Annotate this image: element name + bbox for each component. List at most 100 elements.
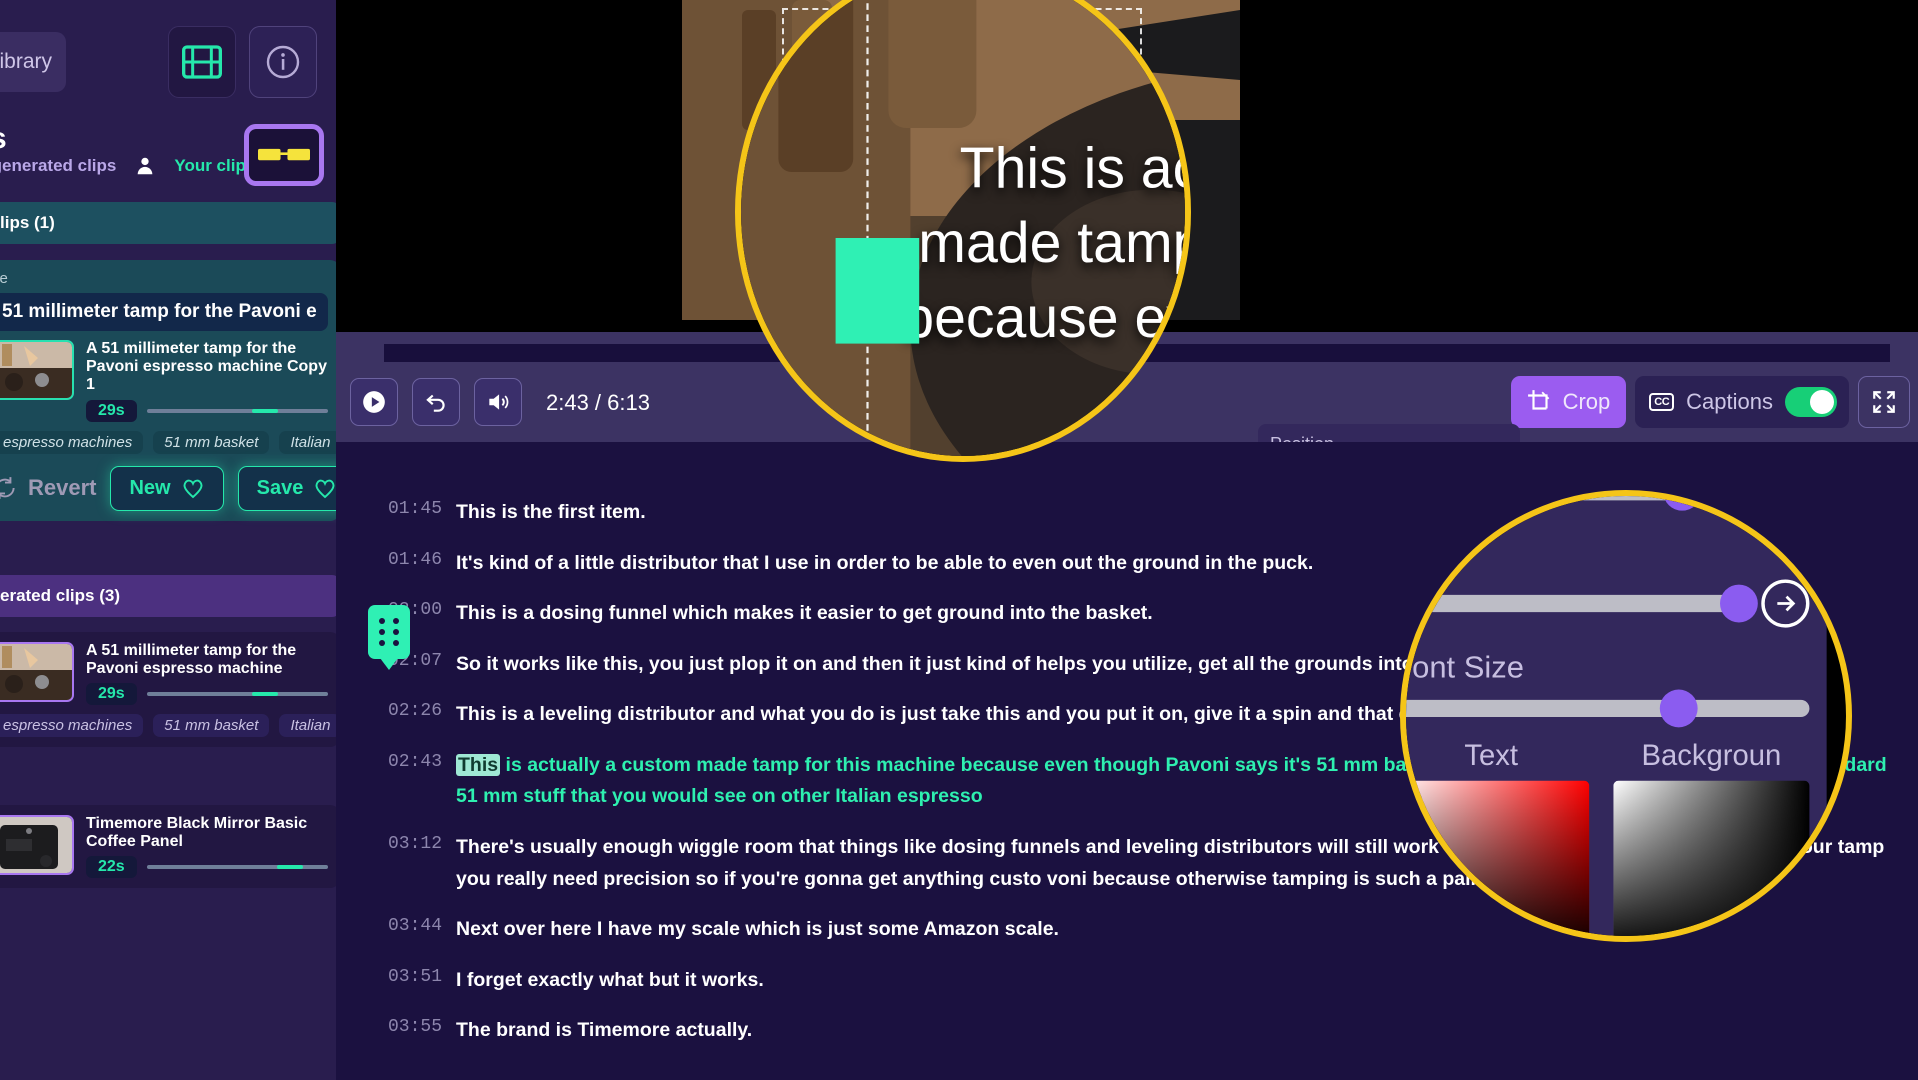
crop-label: Crop: [1562, 389, 1611, 414]
clip-tag[interactable]: Italian: [279, 714, 336, 738]
clip-name: A 51 millimeter tamp for the Pavoni espr…: [86, 340, 327, 394]
clip-tag[interactable]: espresso machines: [0, 714, 144, 738]
film-icon-button[interactable]: [168, 26, 236, 98]
clip-title-input[interactable]: 51 millimeter tamp for the Pavoni e: [0, 293, 328, 331]
clip-duration-row: 22s: [86, 856, 328, 879]
tab-ai-generated-clips[interactable]: -generated clips: [0, 156, 116, 176]
clip-thumbnail[interactable]: [0, 642, 74, 702]
clip-thumbnail[interactable]: [0, 815, 74, 875]
transcript-timestamp[interactable]: 03:44: [388, 914, 442, 946]
transcript-text: So it works like this, you just plop it …: [456, 652, 1479, 675]
clip-progress-track[interactable]: [146, 408, 328, 413]
clip-tabs: -generated clips Your clips: [0, 155, 255, 177]
clip-tag[interactable]: espresso machines: [0, 430, 144, 454]
crop-button[interactable]: Crop: [1510, 376, 1627, 428]
magnified-video-caption: This is actually a custom made tamp for …: [902, 134, 1191, 350]
fullscreen-button[interactable]: [1858, 376, 1910, 428]
info-icon-button[interactable]: [249, 26, 317, 98]
speaker-icon: [489, 394, 509, 410]
magnifier-lens-caption-settings: Position n: [1400, 490, 1852, 942]
play-button[interactable]: [350, 378, 398, 426]
volume-button[interactable]: [474, 378, 522, 426]
clip-tag[interactable]: Italian: [279, 430, 336, 454]
transcript-line[interactable]: 03:51 I forget exactly what but it works…: [388, 965, 1898, 997]
clip-progress-track[interactable]: [146, 692, 328, 697]
clip-name: A 51 millimeter tamp for the Pavoni espr…: [86, 642, 297, 678]
transcript-timestamp[interactable]: 01:45: [388, 497, 442, 529]
person-icon: [134, 155, 156, 177]
captions-toggle[interactable]: [1785, 387, 1837, 417]
your-clips-count: lips (1): [0, 213, 55, 232]
clip-duration-row: 29s: [86, 683, 328, 706]
page-title: s: [0, 122, 7, 156]
clip-tag[interactable]: 51 mm basket: [153, 714, 270, 738]
crop-icon: [1527, 390, 1549, 410]
undo-button[interactable]: [412, 378, 460, 426]
transcript-timestamp[interactable]: 02:43: [388, 750, 442, 813]
transcript-text: Next over here I have my scale which is …: [456, 918, 1059, 941]
undo-arrow-icon: [426, 394, 445, 412]
clip-duration: 29s: [86, 683, 137, 706]
save-button[interactable]: Save: [237, 465, 336, 511]
transcript-timestamp[interactable]: 03:51: [388, 965, 442, 997]
ai-clips-count: erated clips (3): [0, 586, 120, 605]
revert-button[interactable]: Revert: [0, 475, 96, 501]
fullscreen-icon: [1873, 391, 1895, 413]
library-button[interactable]: Library: [0, 32, 66, 92]
clip-duration: 29s: [86, 399, 137, 422]
sidebar-toolbar: Library: [0, 0, 336, 120]
caption-drag-handle[interactable]: [368, 605, 410, 670]
transcript-timestamp[interactable]: 03:12: [388, 832, 442, 895]
magnifier-lens-video: This is actually a custom made tamp for …: [735, 0, 1191, 462]
clip-tags: espresso machines 51 mm basket Italian: [0, 430, 336, 454]
magnified-arrow-right-circle-icon[interactable]: [1761, 579, 1810, 628]
magnified-bg-saturation-area[interactable]: [1613, 780, 1813, 936]
magnified-caption-settings: Position n: [1400, 496, 1827, 936]
captions-label: Captions: [1686, 389, 1773, 414]
transcript-timestamp[interactable]: 02:26: [388, 699, 442, 731]
magnified-font-size-slider[interactable]: [1406, 689, 1810, 728]
playback-buttons: [350, 378, 522, 426]
sunglasses-mascot-icon: [244, 124, 324, 186]
library-label: Library: [0, 50, 52, 73]
clip-progress-track[interactable]: [146, 865, 328, 870]
clip-row: Timemore Black Mirror Basic Coffee Panel…: [0, 815, 328, 879]
your-clips-section-header[interactable]: lips (1): [0, 202, 336, 244]
new-button[interactable]: New: [110, 465, 224, 511]
clip-row: A 51 millimeter tamp for the Pavoni espr…: [0, 642, 328, 706]
transcript-text: It's kind of a little distributor that I…: [456, 551, 1314, 574]
transcript-word-highlight[interactable]: This: [456, 753, 501, 776]
transcript-text: This is a leveling distributor and what …: [456, 703, 1554, 726]
magnified-font-size-label: Font Size: [1400, 649, 1525, 685]
clip-row: A 51 millimeter tamp for the Pavoni espr…: [0, 340, 328, 422]
play-circle-icon: [363, 391, 385, 413]
your-clip-card[interactable]: tle 51 millimeter tamp for the Pavoni e …: [0, 260, 336, 521]
app-root: Library s -generated clips: [0, 0, 1918, 1080]
clip-actions: Revert New Save: [0, 465, 336, 511]
heart-outline-icon: [315, 479, 335, 499]
magnified-position-horizontal-slider[interactable]: [1406, 584, 1758, 623]
captions-button[interactable]: CC Captions: [1635, 376, 1849, 428]
transcript-text: I forget exactly what but it works.: [456, 968, 764, 991]
clip-duration: 22s: [86, 856, 137, 879]
transcript-timestamp[interactable]: 03:55: [388, 1015, 442, 1047]
magnified-text-saturation-area[interactable]: [1406, 766, 1590, 936]
magnified-text-color-label: Text: [1464, 739, 1519, 773]
transcript-text: The brand is Timemore actually.: [456, 1019, 753, 1042]
refresh-icon: [0, 477, 15, 500]
magnified-second-label: n: [1406, 538, 1809, 574]
clip-thumbnail[interactable]: [0, 340, 74, 400]
magnified-background-color-picker[interactable]: Backgroun: [1613, 739, 1813, 936]
magnified-text-color-picker[interactable]: Text: [1406, 739, 1590, 936]
new-label: New: [129, 476, 171, 499]
ai-clip-card[interactable]: A 51 millimeter tamp for the Pavoni espr…: [0, 632, 336, 748]
clip-tags: espresso machines 51 mm basket Italian: [0, 714, 336, 738]
transcript-line[interactable]: 03:55 The brand is Timemore actually.: [388, 1015, 1898, 1047]
clip-tag[interactable]: 51 mm basket: [153, 430, 270, 454]
transcript-timestamp[interactable]: 01:46: [388, 548, 442, 580]
title-field-label: tle: [0, 270, 8, 287]
magnified-background-color-label: Backgroun: [1641, 739, 1782, 773]
ai-clip-card[interactable]: Timemore Black Mirror Basic Coffee Panel…: [0, 805, 336, 889]
ai-clips-section-header[interactable]: erated clips (3): [0, 575, 336, 617]
transcript-text: This is a dosing funnel which makes it e…: [456, 602, 1153, 625]
